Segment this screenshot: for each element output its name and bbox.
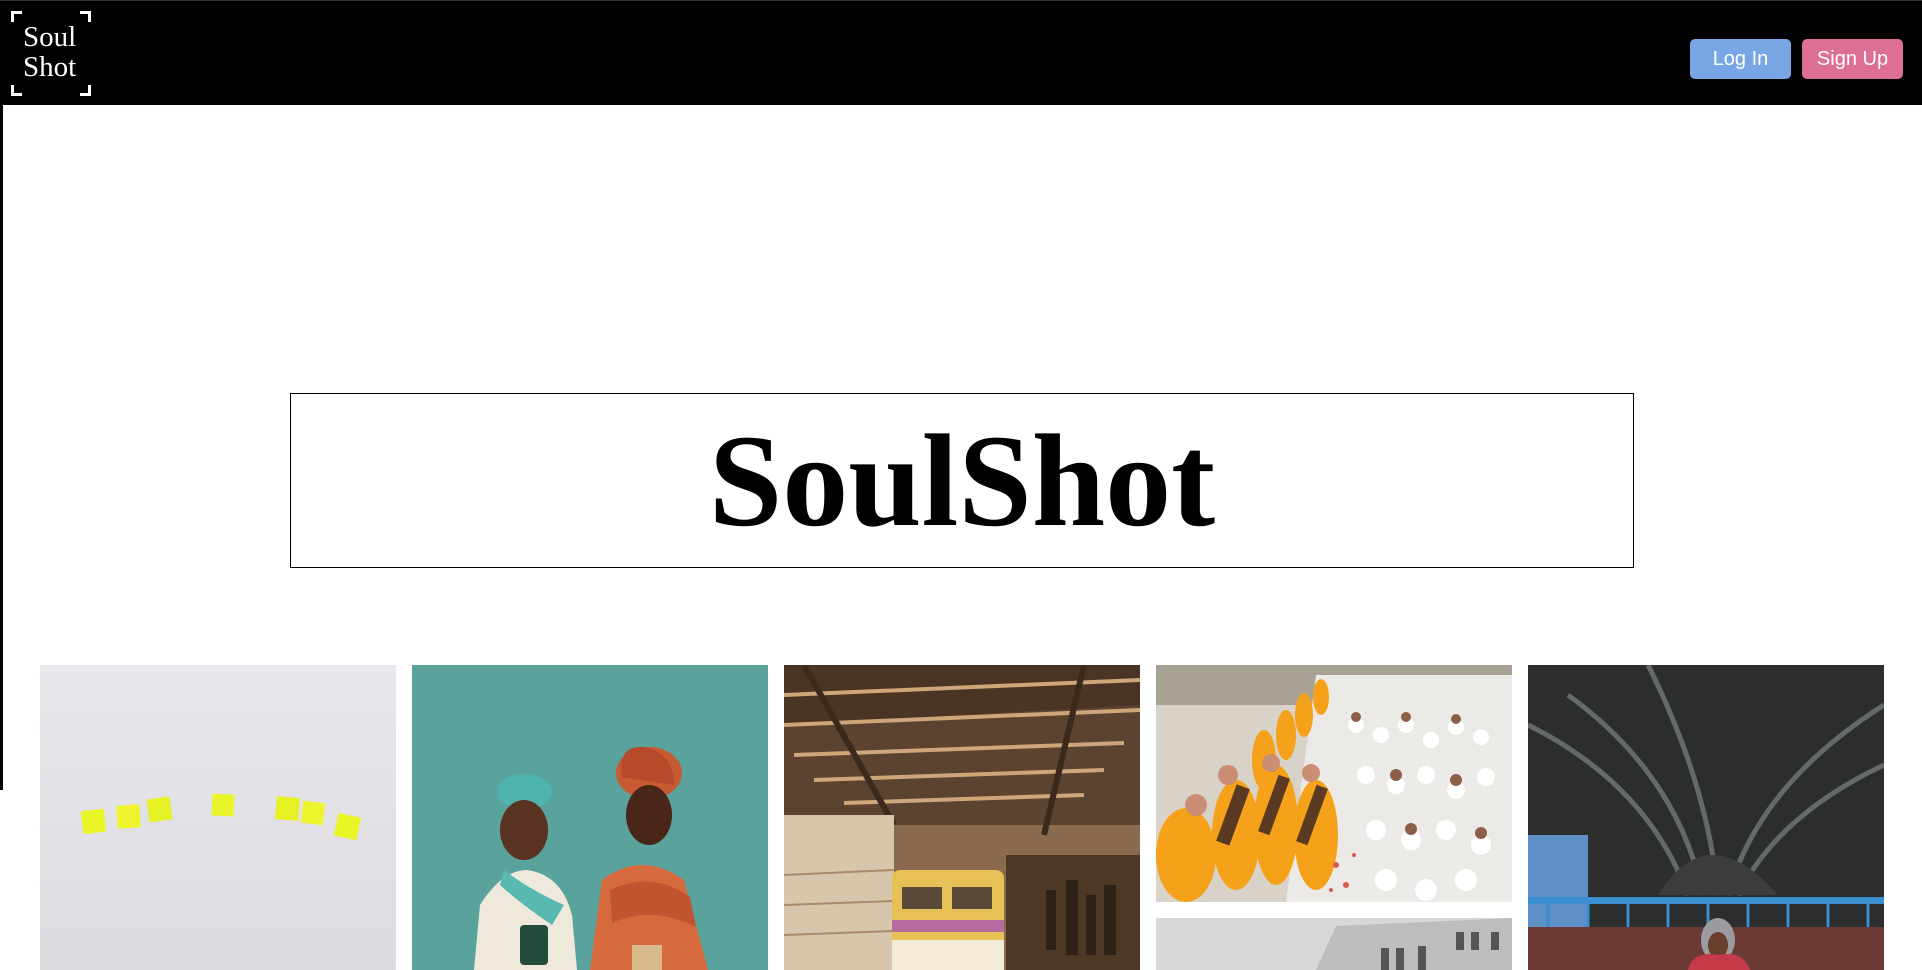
gallery-photo-train-station[interactable] [784,665,1140,970]
two-women-image [412,665,768,970]
logo-line-1: Soul [23,21,77,53]
hero-title: SoulShot [708,406,1216,554]
logo-text: Soul Shot [23,22,93,82]
train-station-image [784,665,1140,970]
top-navbar: Soul Shot Log In Sign Up [0,0,1922,105]
sticky-notes-image [40,665,396,970]
logo-corner-top-left [11,11,22,22]
login-button[interactable]: Log In [1690,39,1791,79]
signup-button[interactable]: Sign Up [1802,39,1903,79]
monks-image [1156,665,1512,902]
gallery-photo-monks[interactable] [1156,665,1512,902]
soulshot-logo[interactable]: Soul Shot [11,11,91,96]
auth-buttons: Log In Sign Up [1690,39,1903,79]
logo-corner-bottom-left [11,85,22,96]
gallery-photo-overpass[interactable] [1528,665,1884,970]
logo-line-2: Shot [23,51,77,83]
gallery-photo-sticky-notes[interactable] [40,665,396,970]
gallery-photo-two-women[interactable] [412,665,768,970]
left-border [0,0,3,790]
hero-title-box: SoulShot [290,393,1634,568]
logo-corner-bottom-right [80,85,91,96]
logo-corner-top-right [80,11,91,22]
page: Soul Shot Log In Sign Up SoulShot [0,0,1922,970]
gallery-photo-building[interactable] [1156,918,1512,970]
overpass-image [1528,665,1884,970]
building-image [1156,918,1512,970]
